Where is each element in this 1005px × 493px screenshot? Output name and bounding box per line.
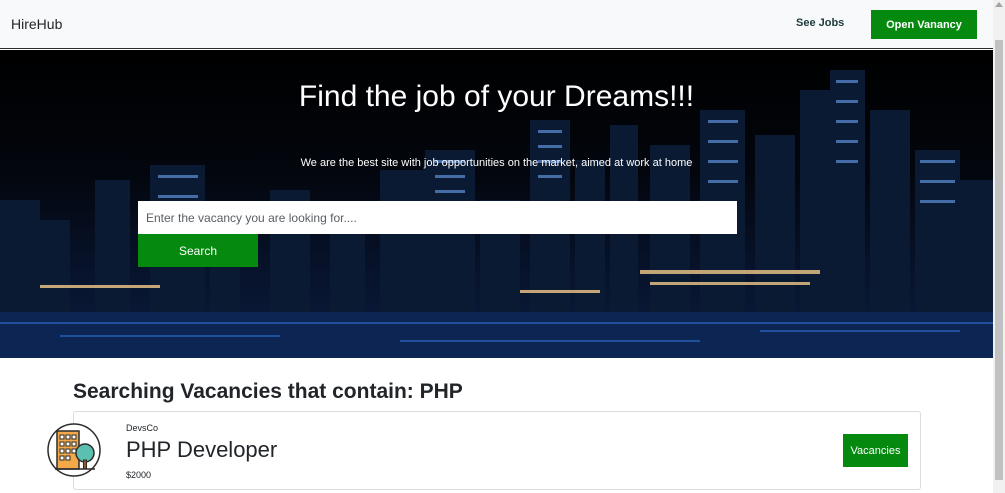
company-name: DevsCo	[126, 423, 159, 433]
hero-subtitle: We are the best site with job opportunit…	[300, 157, 693, 169]
job-title: PHP Developer	[126, 437, 278, 462]
hero-title: Find the job of your Dreams!!!	[298, 80, 695, 113]
scroll-up-arrow-icon[interactable]	[995, 2, 1003, 7]
brand-link[interactable]: HireHub	[11, 16, 62, 32]
scrollbar[interactable]	[993, 0, 1005, 493]
page: HireHub See Jobs Open Vanancy Find the j…	[0, 0, 1005, 493]
vacancy-search-input[interactable]	[138, 201, 737, 234]
hero-banner: Find the job of your Dreams!!! We are th…	[0, 50, 993, 358]
see-jobs-link[interactable]: See Jobs	[796, 17, 844, 29]
scrollbar-thumb[interactable]	[995, 40, 1003, 480]
salary: $2000	[126, 470, 152, 480]
open-vacancy-button[interactable]: Open Vanancy	[871, 10, 977, 39]
search-button[interactable]: Search	[138, 234, 258, 267]
navbar: HireHub See Jobs Open Vanancy	[0, 0, 993, 49]
vacancies-button[interactable]: Vacancies	[843, 434, 908, 467]
building-tree-icon	[47, 423, 101, 477]
results-heading: Searching Vacancies that contain: PHP	[73, 380, 463, 403]
